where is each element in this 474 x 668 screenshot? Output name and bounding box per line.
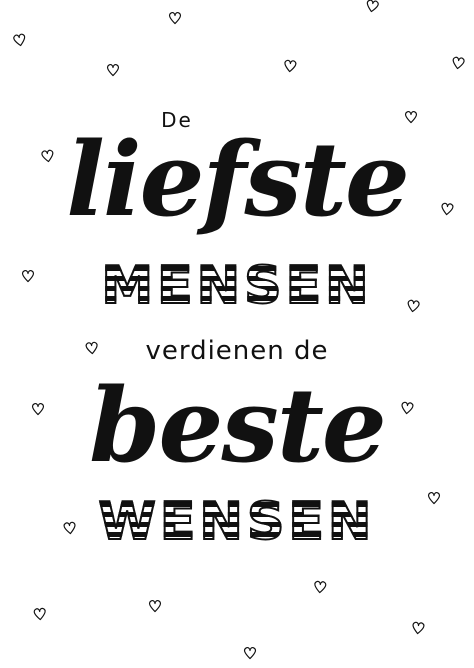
word-liefste: liefste — [66, 120, 410, 240]
heart-icon — [366, 0, 379, 13]
heart-icon — [243, 646, 257, 660]
word-wensen: WENSEN — [98, 491, 376, 553]
heart-icon — [148, 599, 162, 613]
word-beste: beste — [89, 366, 387, 486]
word-mensen: MENSEN — [100, 255, 373, 317]
heart-icon — [106, 63, 120, 77]
hearts-layer — [13, 0, 465, 660]
poster: De liefste MENSEN verdienen de beste WEN… — [0, 0, 474, 668]
words-verdienen-de: verdienen de — [145, 336, 329, 366]
heart-icon — [314, 580, 327, 594]
word-wensen-row: WENSEN — [0, 491, 474, 553]
heart-icon — [168, 11, 182, 25]
heart-icon — [412, 621, 425, 635]
heart-icon — [33, 607, 46, 621]
heart-icon — [284, 59, 297, 73]
word-mensen-row: MENSEN — [0, 255, 474, 317]
heart-icon — [452, 56, 465, 70]
heart-icon — [13, 33, 26, 47]
